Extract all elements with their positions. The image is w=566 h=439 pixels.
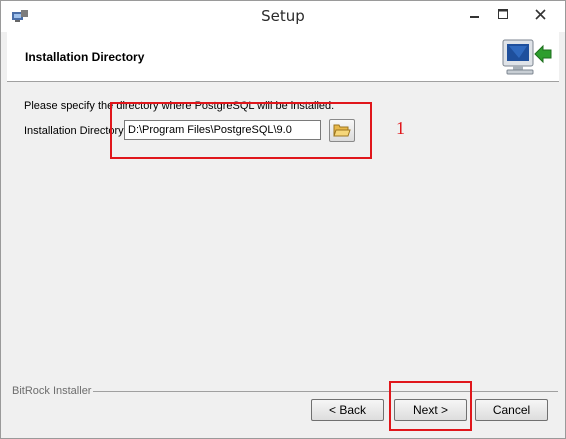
minimize-button[interactable] bbox=[460, 3, 490, 25]
next-button[interactable]: Next > bbox=[394, 399, 467, 421]
minimize-icon bbox=[470, 16, 479, 18]
folder-open-icon bbox=[333, 124, 351, 137]
installation-directory-label: Installation Directory bbox=[24, 125, 124, 137]
title-bar[interactable]: Setup bbox=[1, 1, 565, 32]
instructions-text: Please specify the directory where Postg… bbox=[24, 100, 335, 112]
page-title: Installation Directory bbox=[25, 50, 145, 64]
maximize-button[interactable] bbox=[488, 3, 518, 25]
close-button[interactable] bbox=[518, 3, 562, 25]
installer-brand: BitRock Installer bbox=[12, 385, 92, 397]
back-button[interactable]: < Back bbox=[311, 399, 384, 421]
annotation-number: 1 bbox=[396, 118, 405, 138]
installer-computer-icon bbox=[502, 39, 552, 75]
setup-window: Setup Installation Directory Please spec… bbox=[0, 0, 566, 439]
content-area: Please specify the directory where Postg… bbox=[7, 82, 559, 382]
cancel-button[interactable]: Cancel bbox=[475, 399, 548, 421]
installation-directory-input[interactable] bbox=[124, 120, 321, 140]
maximize-icon bbox=[498, 9, 508, 19]
browse-button[interactable] bbox=[329, 119, 355, 142]
page-header: Installation Directory bbox=[7, 32, 559, 82]
footer-divider bbox=[93, 391, 558, 392]
close-icon bbox=[534, 8, 546, 20]
